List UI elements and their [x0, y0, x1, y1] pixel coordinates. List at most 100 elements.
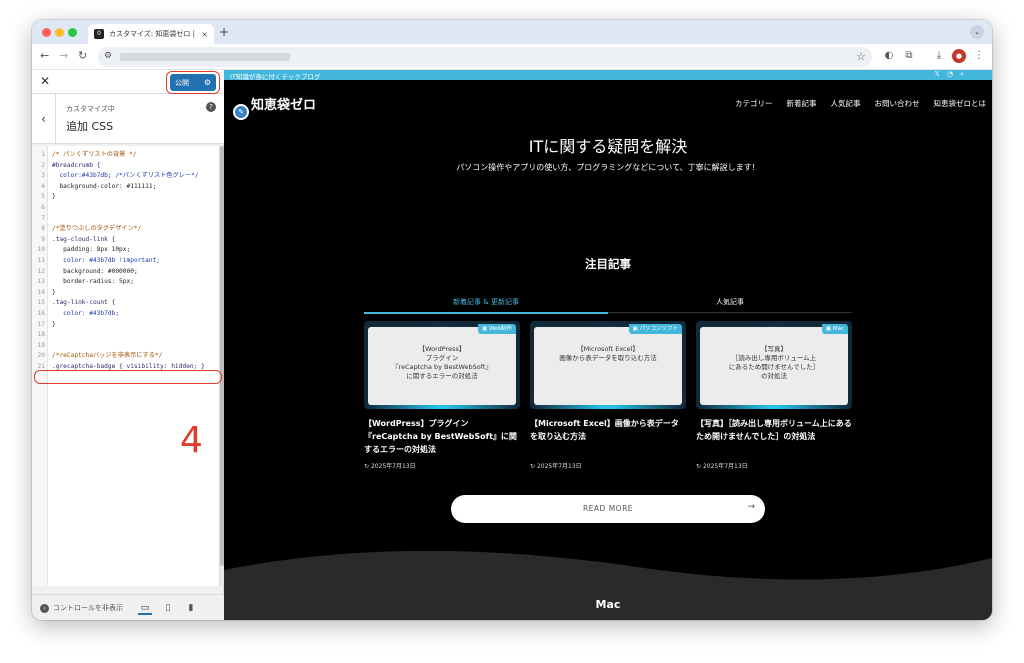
- line-number: 7: [41, 214, 45, 222]
- code-line[interactable]: 15 .tag-link-count {: [32, 298, 220, 307]
- category-badge[interactable]: ▣ Mac: [821, 324, 848, 334]
- article-thumbnail[interactable]: 【写真】 ［読み出し専用ボリューム上 にあるため開けませんでした］ の対処法 ▣ …: [696, 321, 852, 409]
- code-line[interactable]: 19: [32, 341, 220, 350]
- line-number: 6: [41, 204, 45, 211]
- search-icon[interactable]: ⌕: [960, 70, 964, 79]
- help-icon[interactable]: ?: [206, 102, 216, 112]
- section-header: ‹ カスタマイズ中 追加 CSS ?: [32, 94, 224, 144]
- code-line[interactable]: 6: [32, 203, 220, 212]
- browser-window: 0 カスタマイズ: 知恵袋ゼロ | IT知識 × + ⌄ ← → ↻ ⚙ ☆ ◐…: [32, 20, 992, 620]
- code-text: /*塗りつぶしのタグデザイン*/: [52, 225, 142, 233]
- line-number: 11: [37, 257, 45, 264]
- nav-item[interactable]: お問い合わせ: [875, 98, 920, 109]
- code-line[interactable]: 5}: [32, 192, 220, 201]
- date-text: 2025年7月13日: [702, 463, 748, 470]
- site-navigation: カテゴリー 新着記事 人気記事 お問い合わせ 知恵袋ゼロとは: [735, 98, 986, 109]
- category-badge[interactable]: ▣ Web制作: [478, 324, 516, 334]
- download-icon[interactable]: ⤓: [932, 49, 946, 63]
- article-title[interactable]: 【写真】［読み出し専用ボリューム上にあるため開けませんでした］の対処法: [696, 417, 852, 443]
- code-text: border-radius: 5px;: [52, 278, 134, 286]
- chevron-left-icon[interactable]: ‹: [32, 94, 56, 144]
- tab-popular[interactable]: 人気記事: [608, 297, 852, 307]
- tablet-preview-icon[interactable]: ▯: [161, 601, 175, 615]
- line-number: 20: [37, 352, 45, 360]
- code-line[interactable]: 10 padding: 8px 10px;: [32, 245, 220, 254]
- hero-title: ITに関する疑問を解決: [528, 137, 688, 156]
- line-number: 14: [37, 288, 45, 296]
- code-line[interactable]: 4 background-color: #111111;: [32, 182, 220, 191]
- code-line[interactable]: 3 color:#43b7db; /*パンくずリスト色グレー*/: [32, 171, 220, 180]
- article-date: ↻ 2025年7月13日: [530, 463, 582, 470]
- code-text: }: [52, 288, 56, 296]
- forward-arrow-icon[interactable]: →: [59, 49, 68, 62]
- line-number: 13: [37, 278, 45, 286]
- code-line[interactable]: 16 color: #43b7db;: [32, 309, 220, 318]
- next-section-title: Mac: [595, 598, 621, 611]
- read-more-button[interactable]: READ MORE →: [451, 495, 765, 523]
- maximize-window-button[interactable]: [68, 28, 77, 37]
- article-title[interactable]: 【Microsoft Excel】画像から表データを取り込む方法: [530, 417, 686, 443]
- hide-controls-button[interactable]: ‹ コントロールを非表示: [40, 603, 123, 613]
- active-tab-indicator: [364, 312, 608, 314]
- code-text: background-color: #111111;: [52, 182, 157, 190]
- article-thumbnail[interactable]: 【WordPress】 プラグイン 『reCaptcha by BestWebS…: [364, 321, 520, 409]
- address-bar[interactable]: ⚙ ☆: [98, 47, 872, 67]
- profile-avatar-icon[interactable]: ●: [952, 49, 966, 63]
- code-line[interactable]: 14}: [32, 288, 220, 297]
- annotation-highlight-publish: [166, 71, 220, 94]
- code-line[interactable]: 11 color: #43b7db !important;: [32, 256, 220, 265]
- close-window-button[interactable]: [42, 28, 51, 37]
- article-date: ↻ 2025年7月13日: [696, 463, 748, 470]
- desktop-preview-icon[interactable]: ▭: [138, 601, 152, 615]
- hero-subtitle: パソコン操作やアプリの使い方、プログラミングなどについて、丁寧に解説します！: [456, 163, 760, 172]
- code-line[interactable]: 7: [32, 214, 220, 223]
- rss-feed-icon[interactable]: ◔: [947, 70, 953, 79]
- annotation-highlight-line-21: [34, 370, 222, 384]
- new-tab-button[interactable]: +: [219, 25, 229, 39]
- article-thumbnail[interactable]: 【Microsoft Excel】 画像から表データを取り込む方法 ▣ パソコンソ…: [530, 321, 686, 409]
- nav-item[interactable]: カテゴリー: [735, 98, 773, 109]
- edit-shortcut-pencil-icon[interactable]: ✎: [233, 104, 249, 120]
- customizer-sidebar: ✕ 公開 ⚙ ‹ カスタマイズ中 追加 CSS ? 5 1/* パンくずリストの…: [32, 70, 224, 620]
- minimize-window-button[interactable]: [55, 28, 64, 37]
- extension-translate-icon[interactable]: ◐: [882, 49, 896, 63]
- nav-item[interactable]: 知恵袋ゼロとは: [934, 98, 987, 109]
- code-text: background: #000000;: [52, 267, 138, 275]
- featured-tabs: 新着記事 & 更新記事 人気記事: [364, 293, 852, 314]
- code-text: /*reCaptchaバッジを非表示にする*/: [52, 352, 163, 360]
- browser-tab[interactable]: 0 カスタマイズ: 知恵袋ゼロ | IT知識 ×: [88, 24, 214, 44]
- nav-item[interactable]: 人気記事: [831, 98, 861, 109]
- tab-new-updated[interactable]: 新着記事 & 更新記事: [364, 297, 608, 307]
- close-icon[interactable]: ✕: [40, 74, 50, 88]
- site-info-icon[interactable]: ⚙: [104, 51, 112, 61]
- article-title[interactable]: 【WordPress】プラグイン『reCaptcha by BestWebSof…: [364, 417, 520, 456]
- code-line[interactable]: 9 .tag-cloud-link {: [32, 235, 220, 244]
- article-date: ↻ 2025年7月13日: [364, 463, 416, 470]
- x-twitter-icon[interactable]: 𝕏: [934, 70, 940, 79]
- tab-close-icon[interactable]: ×: [201, 30, 208, 39]
- reload-icon[interactable]: ↻: [78, 49, 87, 62]
- code-line[interactable]: 17}: [32, 320, 220, 329]
- bookmark-star-icon[interactable]: ☆: [856, 50, 866, 63]
- code-line[interactable]: 2 #breadcrumb {: [32, 161, 220, 170]
- code-line[interactable]: 12 background: #000000;: [32, 267, 220, 276]
- code-line[interactable]: 18: [32, 330, 220, 339]
- mobile-preview-icon[interactable]: ▮: [184, 601, 198, 615]
- site-brand[interactable]: 知恵袋ゼロ: [251, 94, 316, 113]
- code-line[interactable]: 8 /*塗りつぶしのタグデザイン*/: [32, 224, 220, 233]
- nav-item[interactable]: 新着記事: [787, 98, 817, 109]
- code-line[interactable]: 13 border-radius: 5px;: [32, 277, 220, 286]
- category-badge[interactable]: ▣ パソコンソフト: [628, 324, 682, 334]
- code-line[interactable]: 1 /* パンくずリストの背景 */: [32, 150, 220, 159]
- line-number: 9: [41, 235, 45, 243]
- arrow-right-icon: →: [747, 502, 755, 512]
- line-number: 15: [37, 299, 45, 307]
- line-number: 18: [37, 331, 45, 339]
- code-line[interactable]: 20 /*reCaptchaバッジを非表示にする*/: [32, 351, 220, 360]
- css-code-editor[interactable]: 1 /* パンくずリストの背景 */ 2 #breadcrumb {3 color:#…: [32, 146, 220, 586]
- extensions-puzzle-icon[interactable]: ⧉: [902, 49, 916, 63]
- back-arrow-icon[interactable]: ←: [40, 49, 49, 62]
- tab-search-button[interactable]: ⌄: [970, 25, 984, 39]
- line-number: 1: [41, 151, 45, 158]
- kebab-menu-icon[interactable]: ⋮: [972, 49, 986, 63]
